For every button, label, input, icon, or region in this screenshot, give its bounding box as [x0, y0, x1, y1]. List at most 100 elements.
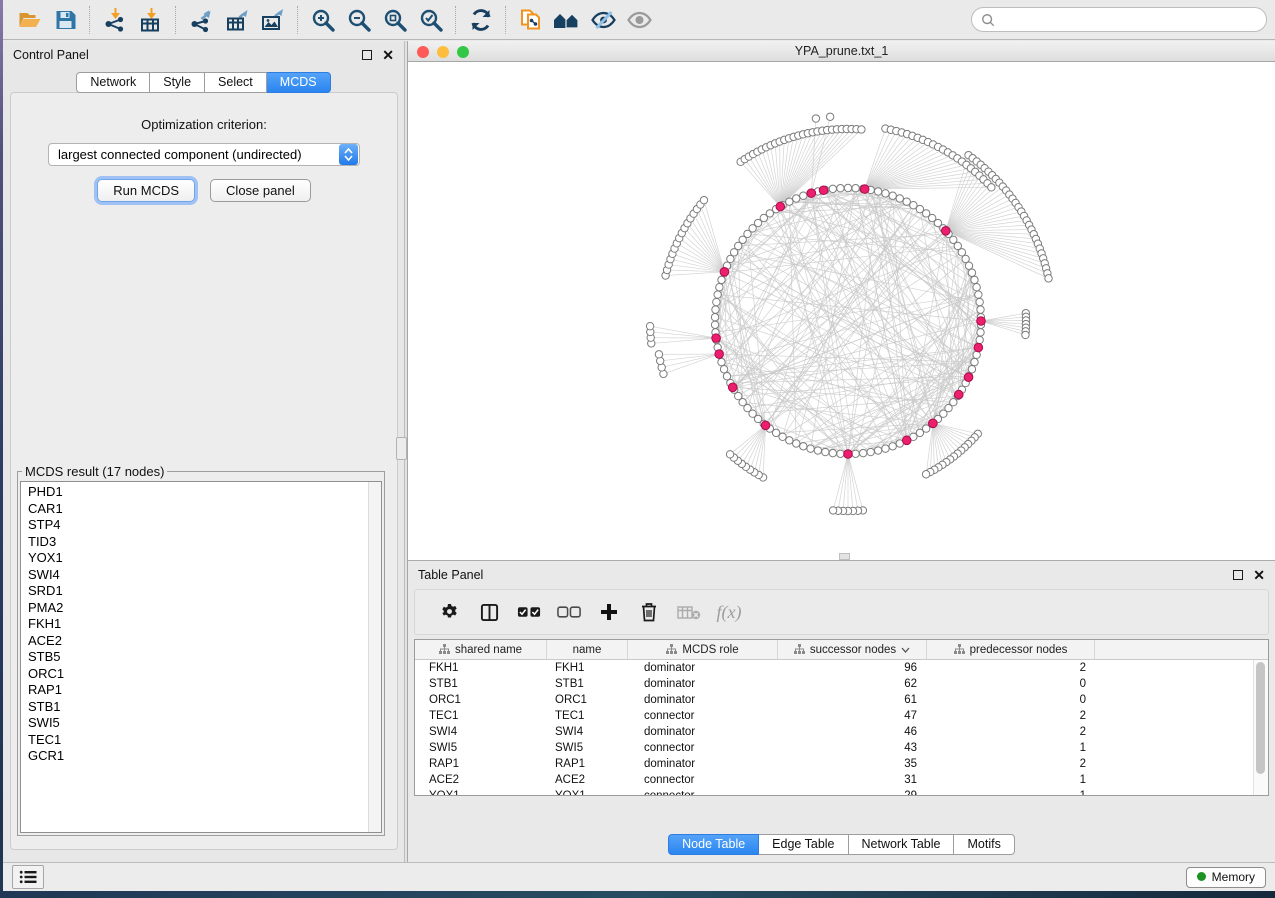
- deselect-all-button[interactable]: [549, 594, 589, 630]
- mcds-result-item[interactable]: GCR1: [28, 748, 367, 765]
- refresh-view-button[interactable]: [463, 4, 499, 36]
- import-network-button[interactable]: [97, 4, 133, 36]
- tab-network-table[interactable]: Network Table: [849, 834, 955, 855]
- table-cell: 46: [778, 726, 927, 738]
- mcds-result-item[interactable]: STB1: [28, 699, 367, 716]
- mcds-result-item[interactable]: TID3: [28, 534, 367, 551]
- mcds-list-scrollbar[interactable]: [368, 482, 381, 832]
- close-table-panel-icon[interactable]: ✕: [1253, 570, 1265, 580]
- mcds-result-item[interactable]: PHD1: [28, 484, 367, 501]
- table-settings-button[interactable]: [429, 594, 469, 630]
- mcds-result-item[interactable]: PMA2: [28, 600, 367, 617]
- mcds-result-item[interactable]: YOX1: [28, 550, 367, 567]
- table-row[interactable]: RAP1RAP1dominator352: [415, 756, 1268, 772]
- mcds-result-item[interactable]: RAP1: [28, 682, 367, 699]
- table-cell: YOX1: [547, 790, 628, 796]
- mcds-result-item[interactable]: FKH1: [28, 616, 367, 633]
- table-scrollbar[interactable]: [1253, 660, 1268, 795]
- network-window-titlebar[interactable]: YPA_prune.txt_1: [408, 41, 1275, 62]
- column-header-successor-nodes[interactable]: successor nodes: [778, 640, 927, 659]
- tab-motifs[interactable]: Motifs: [954, 834, 1014, 855]
- table-row[interactable]: ACE2ACE2connector311: [415, 772, 1268, 788]
- select-all-button[interactable]: [509, 594, 549, 630]
- close-panel-button[interactable]: Close panel: [210, 179, 311, 202]
- table-cell: 43: [778, 742, 927, 754]
- column-header-predecessor-nodes[interactable]: predecessor nodes: [927, 640, 1095, 659]
- memory-status-icon: [1197, 872, 1206, 881]
- run-mcds-button[interactable]: Run MCDS: [97, 179, 195, 202]
- table-cell: SWI4: [547, 726, 628, 738]
- tab-network[interactable]: Network: [76, 72, 150, 93]
- search-box[interactable]: [971, 7, 1267, 32]
- memory-button[interactable]: Memory: [1186, 867, 1266, 888]
- search-input[interactable]: [1001, 12, 1257, 28]
- table-row[interactable]: ORC1ORC1dominator610: [415, 692, 1268, 708]
- table-tabs: Node TableEdge TableNetwork TableMotifs: [408, 834, 1275, 855]
- mcds-result-item[interactable]: ACE2: [28, 633, 367, 650]
- horizontal-splitter-grip[interactable]: [839, 553, 850, 560]
- criterion-select[interactable]: largest connected component (undirected): [48, 143, 360, 166]
- table-cell: 29: [778, 790, 927, 796]
- table-row[interactable]: TEC1TEC1connector472: [415, 708, 1268, 724]
- column-type-icon: [954, 644, 965, 655]
- tab-node-table[interactable]: Node Table: [668, 834, 759, 855]
- table-row[interactable]: SWI5SWI5connector431: [415, 740, 1268, 756]
- table-row[interactable]: SWI4SWI4dominator462: [415, 724, 1268, 740]
- show-all-button[interactable]: [621, 4, 657, 36]
- mcds-result-item[interactable]: STP4: [28, 517, 367, 534]
- delete-column-button[interactable]: [629, 594, 669, 630]
- show-hide-columns-button[interactable]: [469, 594, 509, 630]
- function-builder-button[interactable]: f(x): [709, 594, 749, 630]
- table-cell: YOX1: [415, 790, 547, 796]
- delete-table-button[interactable]: [669, 594, 709, 630]
- column-header-shared-name[interactable]: shared name: [415, 640, 547, 659]
- table-row[interactable]: YOX1YOX1connector291: [415, 788, 1268, 796]
- open-session-button[interactable]: [11, 4, 47, 36]
- mcds-panel: Optimization criterion: largest connecte…: [10, 92, 398, 850]
- gear-icon: [440, 603, 459, 622]
- table-row[interactable]: FKH1FKH1dominator962: [415, 660, 1268, 676]
- clone-network-button[interactable]: [513, 4, 549, 36]
- mcds-result-item[interactable]: SWI4: [28, 567, 367, 584]
- column-header-MCDS-role[interactable]: MCDS role: [628, 640, 778, 659]
- zoom-out-button[interactable]: [341, 4, 377, 36]
- mcds-result-item[interactable]: STB5: [28, 649, 367, 666]
- export-table-button[interactable]: [219, 4, 255, 36]
- main-toolbar: [3, 0, 1275, 40]
- zoom-selected-button[interactable]: [413, 4, 449, 36]
- optimization-label: Optimization criterion:: [11, 117, 397, 132]
- import-network-icon: [102, 7, 129, 33]
- export-image-button[interactable]: [255, 4, 291, 36]
- float-panel-icon[interactable]: [362, 50, 372, 60]
- first-neighbors-button[interactable]: [549, 4, 585, 36]
- mcds-result-item[interactable]: CAR1: [28, 501, 367, 518]
- delete-table-icon: [677, 605, 701, 620]
- vertical-splitter-grip[interactable]: [396, 437, 407, 460]
- create-column-button[interactable]: [589, 594, 629, 630]
- save-session-button[interactable]: [47, 4, 83, 36]
- mcds-result-item[interactable]: ORC1: [28, 666, 367, 683]
- tab-select[interactable]: Select: [205, 72, 267, 93]
- float-table-panel-icon[interactable]: [1233, 570, 1243, 580]
- tab-edge-table[interactable]: Edge Table: [759, 834, 848, 855]
- zoom-fit-button[interactable]: [377, 4, 413, 36]
- tab-style[interactable]: Style: [150, 72, 205, 93]
- export-network-button[interactable]: [183, 4, 219, 36]
- tab-mcds[interactable]: MCDS: [267, 72, 331, 93]
- column-type-icon: [439, 644, 450, 655]
- mcds-result-item[interactable]: SRD1: [28, 583, 367, 600]
- hide-selected-button[interactable]: [585, 4, 621, 36]
- zoom-in-button[interactable]: [305, 4, 341, 36]
- table-scrollbar-thumb[interactable]: [1256, 662, 1265, 774]
- network-view[interactable]: [408, 62, 1275, 560]
- mcds-result-item[interactable]: TEC1: [28, 732, 367, 749]
- table-cell: 35: [778, 758, 927, 770]
- table-row[interactable]: STB1STB1dominator620: [415, 676, 1268, 692]
- import-table-button[interactable]: [133, 4, 169, 36]
- network-list-button[interactable]: [12, 865, 44, 889]
- mcds-result-item[interactable]: SWI5: [28, 715, 367, 732]
- zoom-selected-icon: [418, 7, 444, 33]
- table-cell: SWI5: [415, 742, 547, 754]
- column-header-name[interactable]: name: [547, 640, 628, 659]
- close-panel-icon[interactable]: ✕: [382, 50, 394, 60]
